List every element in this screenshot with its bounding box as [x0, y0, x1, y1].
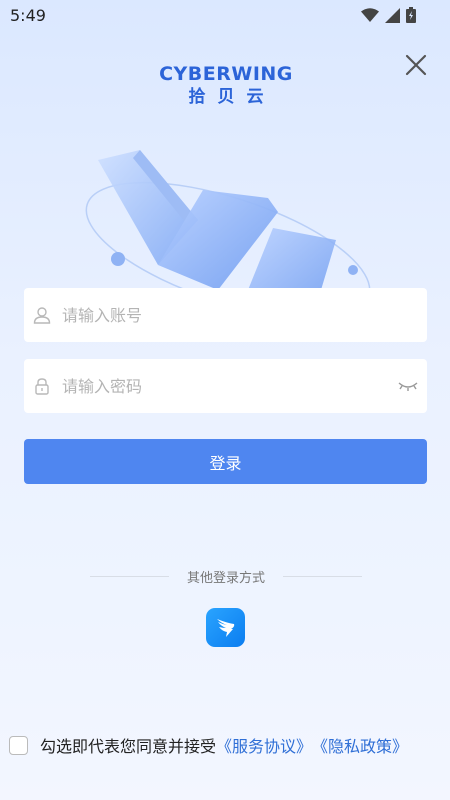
signal-icon: [385, 7, 400, 23]
close-button[interactable]: [402, 51, 430, 79]
agreement-row: 勾选即代表您同意并接受 《服务协议》 《隐私政策》: [9, 733, 408, 757]
user-icon: [33, 307, 51, 324]
lock-icon: [35, 378, 49, 395]
other-login-label: 其他登录方式: [187, 570, 266, 586]
account-input[interactable]: [62, 288, 427, 342]
agreement-checkbox[interactable]: [9, 735, 28, 755]
app-logo: CYBERWING 拾贝云: [150, 62, 302, 108]
status-bar: 5:49: [0, 0, 450, 32]
eye-closed-icon[interactable]: [397, 379, 419, 393]
logo-chinese: 拾贝云: [188, 87, 276, 107]
divider-line-left: [90, 575, 169, 577]
battery-icon: [406, 7, 416, 23]
status-icons: [361, 7, 416, 23]
close-icon: [405, 54, 427, 76]
password-input[interactable]: [62, 359, 397, 413]
login-button[interactable]: 登录: [24, 439, 427, 484]
logo-english: CYBERWING: [159, 63, 293, 85]
agreement-text: 勾选即代表您同意并接受: [40, 737, 217, 756]
divider-line-right: [283, 575, 363, 577]
dingtalk-icon: [216, 618, 234, 637]
privacy-policy-link[interactable]: 《隐私政策》: [312, 733, 408, 757]
other-login-divider: 其他登录方式: [90, 566, 363, 586]
dingtalk-login-button[interactable]: [206, 608, 245, 647]
account-field[interactable]: [24, 288, 427, 342]
password-field[interactable]: [24, 359, 427, 413]
service-agreement-link[interactable]: 《服务协议》: [216, 733, 312, 757]
status-time: 5:49: [10, 6, 46, 25]
hero-illustration: [85, 150, 371, 319]
wifi-icon: [361, 8, 379, 22]
